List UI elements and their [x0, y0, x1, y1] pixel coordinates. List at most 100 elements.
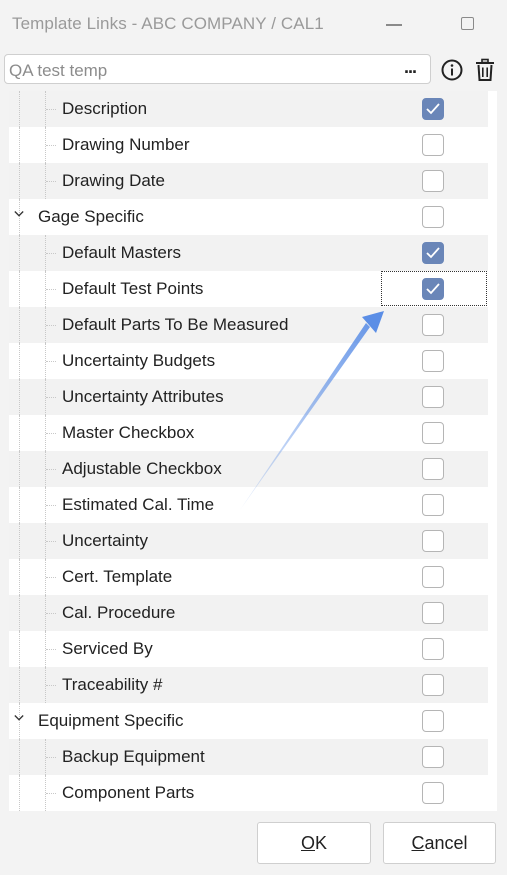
tree-guide-line [46, 505, 56, 506]
info-icon[interactable] [440, 58, 464, 82]
checkmark-icon [426, 103, 440, 115]
tree-row[interactable]: Cert. Template [9, 559, 488, 595]
tree-row-label: Uncertainty [62, 531, 148, 550]
ok-mnemonic: O [300, 833, 315, 853]
tree-row[interactable]: Default Test Points [9, 271, 488, 307]
cancel-button[interactable]: Cancel [383, 822, 496, 864]
tree-guide-line [19, 307, 20, 343]
tree-row-label: Gage Specific [38, 207, 144, 226]
row-checkbox[interactable] [422, 98, 444, 120]
ok-label: K [315, 833, 328, 853]
template-name-value: QA test temp [9, 61, 108, 80]
tree-row[interactable]: Cal. Procedure [9, 595, 488, 631]
tree-guide-line [46, 469, 56, 470]
tree-guide-line [19, 559, 20, 595]
row-checkbox[interactable] [422, 602, 444, 624]
tree-row[interactable]: Description [9, 91, 488, 127]
row-checkbox[interactable] [422, 530, 444, 552]
cancel-mnemonic: C [411, 833, 425, 853]
tree-row[interactable]: Uncertainty Attributes [9, 379, 488, 415]
tree-row[interactable]: Default Parts To Be Measured [9, 307, 488, 343]
tree-row-label: Uncertainty Budgets [62, 351, 216, 370]
chevron-down-icon[interactable] [14, 209, 24, 219]
tree-row[interactable]: Equipment Specific [9, 703, 488, 739]
browse-template-button[interactable]: ... [404, 57, 417, 78]
tree-row[interactable]: Traceability # [9, 667, 488, 703]
row-checkbox[interactable] [422, 170, 444, 192]
tree-guide-line [46, 685, 56, 686]
tree-row-label: Backup Equipment [62, 747, 205, 766]
cancel-label: ancel [424, 833, 468, 853]
tree-guide-line [19, 739, 20, 775]
tree-row[interactable]: Estimated Cal. Time [9, 487, 488, 523]
row-checkbox[interactable] [422, 458, 444, 480]
tree-row-label: Drawing Date [62, 171, 165, 190]
tree-guide-line [19, 235, 20, 271]
ok-button[interactable]: OK [257, 822, 371, 864]
checkmark-icon [426, 283, 440, 295]
row-checkbox[interactable] [422, 386, 444, 408]
tree-row[interactable]: Uncertainty Budgets [9, 343, 488, 379]
tree-row[interactable]: Gage Specific [9, 199, 488, 235]
tree-guide-line [19, 631, 20, 667]
tree-row-label: Description [62, 99, 148, 118]
minimize-icon[interactable] [386, 24, 402, 26]
row-checkbox[interactable] [422, 638, 444, 660]
tree-row[interactable]: Default Masters [9, 235, 488, 271]
tree-row-label: Drawing Number [62, 135, 190, 154]
tree-row[interactable]: Drawing Date [9, 163, 488, 199]
scrollbar[interactable] [488, 91, 497, 811]
row-checkbox[interactable] [422, 710, 444, 732]
tree-row[interactable]: Component Parts [9, 775, 488, 811]
tree-guide-line [46, 649, 56, 650]
tree-row-label: Component Parts [62, 783, 195, 802]
tree-guide-line [46, 433, 56, 434]
row-checkbox[interactable] [422, 746, 444, 768]
row-checkbox[interactable] [422, 206, 444, 228]
chevron-down-icon[interactable] [14, 713, 24, 723]
tree-row-label: Equipment Specific [38, 711, 184, 730]
template-link-tree[interactable]: Component Parts Backup Equipment Equipment… [9, 91, 497, 811]
row-checkbox[interactable] [422, 278, 444, 300]
tree-guide-line [19, 667, 20, 703]
tree-guide-line [19, 595, 20, 631]
row-checkbox[interactable] [422, 494, 444, 516]
tree-row-label: Master Checkbox [62, 423, 195, 442]
tree-row[interactable]: Master Checkbox [9, 415, 488, 451]
tree-guide-line [46, 397, 56, 398]
tree-guide-line [19, 127, 20, 163]
tree-guide-line [19, 379, 20, 415]
tree-guide-line [46, 145, 56, 146]
tree-row[interactable]: Adjustable Checkbox [9, 451, 488, 487]
tree-guide-line [19, 523, 20, 559]
window-title: Template Links - ABC COMPANY / CAL1 [12, 14, 324, 33]
trash-icon[interactable] [474, 58, 496, 82]
tree-guide-line [19, 487, 20, 523]
tree-row[interactable]: Serviced By [9, 631, 488, 667]
tree-guide-line [19, 271, 20, 307]
tree-guide-line [19, 91, 20, 127]
tree-guide-line [46, 325, 56, 326]
row-checkbox[interactable] [422, 134, 444, 156]
row-checkbox[interactable] [422, 422, 444, 444]
tree-row[interactable]: Backup Equipment [9, 739, 488, 775]
tree-row-label: Traceability # [62, 675, 163, 694]
tree-row[interactable]: Drawing Number [9, 127, 488, 163]
tree-row-label: Default Masters [62, 243, 182, 262]
row-checkbox[interactable] [422, 242, 444, 264]
row-checkbox[interactable] [422, 314, 444, 336]
template-field[interactable]: QA test temp ... [4, 54, 431, 84]
row-checkbox[interactable] [422, 566, 444, 588]
row-checkbox[interactable] [422, 350, 444, 372]
tree-row[interactable]: Uncertainty [9, 523, 488, 559]
maximize-icon[interactable] [461, 17, 474, 30]
row-checkbox[interactable] [422, 782, 444, 804]
row-checkbox[interactable] [422, 674, 444, 696]
tree-guide-line [19, 343, 20, 379]
tree-guide-line [19, 415, 20, 451]
tree-guide-line [46, 793, 56, 794]
tree-row-label: Cal. Procedure [62, 603, 176, 622]
tree-row-label: Default Parts To Be Measured [62, 315, 289, 334]
tree-row-label: Uncertainty Attributes [62, 387, 224, 406]
tree-guide-line [19, 163, 20, 199]
